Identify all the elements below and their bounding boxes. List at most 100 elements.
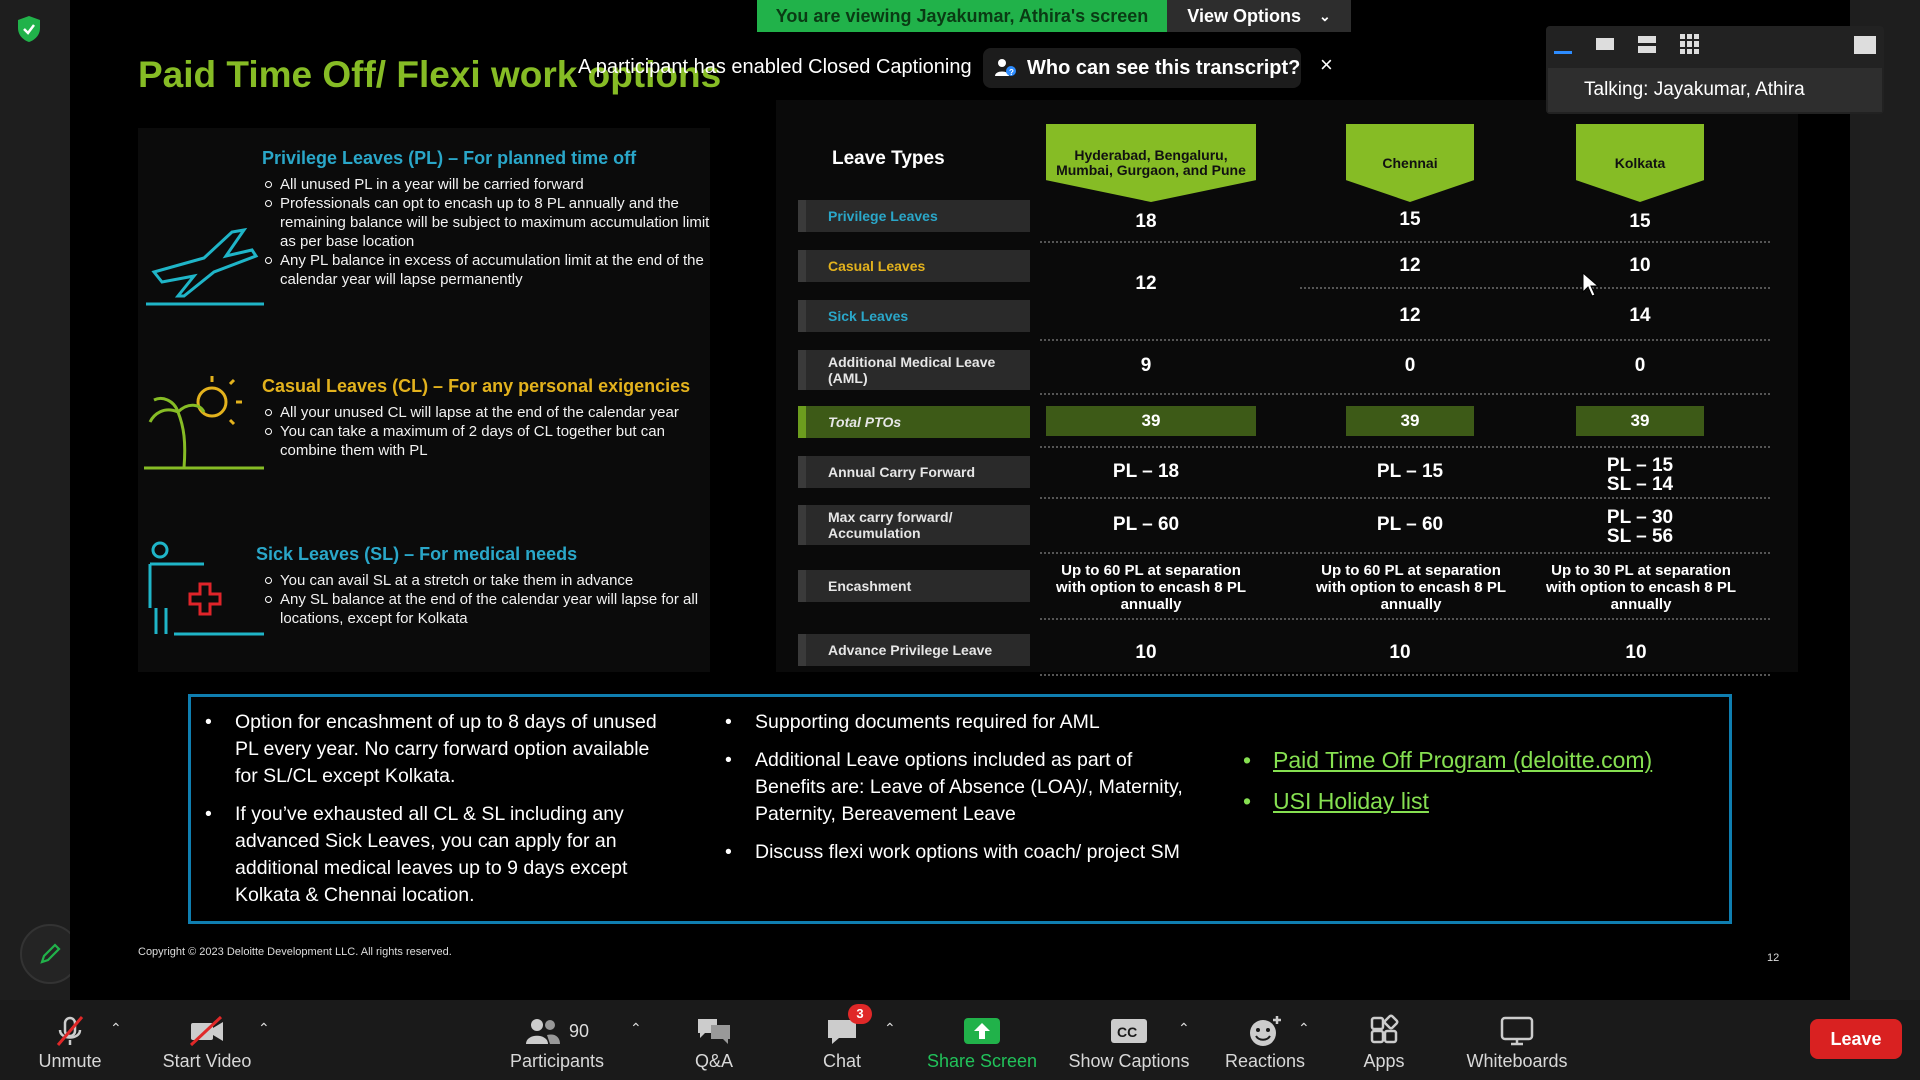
table-cell: 12 [1399, 305, 1421, 326]
table-title: Leave Types [832, 148, 945, 169]
leave-meeting-button[interactable]: Leave [1810, 1019, 1902, 1059]
qa-button[interactable]: Q&A [674, 1000, 754, 1080]
holiday-list-link[interactable]: USI Holiday list [1239, 788, 1699, 815]
security-shield-icon[interactable] [14, 14, 44, 44]
view-options-button[interactable]: View Options ⌄ [1167, 0, 1351, 32]
close-icon[interactable]: × [1320, 52, 1333, 78]
divider [1300, 287, 1770, 289]
whiteboard-icon [1500, 1016, 1534, 1046]
reactions-smiley-icon [1250, 1016, 1281, 1046]
apps-button[interactable]: Apps [1344, 1000, 1424, 1080]
row-label: Max carry forward/ Accumulation [798, 505, 1030, 545]
svg-text:CC: CC [1117, 1024, 1137, 1040]
note-item: Discuss flexi work options with coach/ p… [721, 839, 1201, 866]
airplane-icon [146, 227, 264, 306]
divider [1040, 446, 1770, 448]
transcript-visibility-button[interactable]: ? Who can see this transcript? [983, 48, 1301, 88]
notes-col1: Option for encashment of up to 8 days of… [201, 709, 671, 920]
chat-label: Chat [822, 1051, 862, 1071]
divider [1040, 618, 1770, 620]
closed-captions-icon: CC [1111, 1019, 1147, 1043]
start-video-label: Start Video [162, 1051, 252, 1071]
divider [1040, 339, 1770, 341]
share-screen-label: Share Screen [926, 1051, 1038, 1071]
unmute-button[interactable]: Unmute [30, 1000, 110, 1080]
notes-col2: Supporting documents required for AML Ad… [721, 709, 1201, 877]
table-cell: 0 [1404, 355, 1416, 376]
cl-heading: Casual Leaves (CL) – For any personal ex… [262, 376, 691, 396]
left-sidebar [0, 0, 80, 1000]
participants-icon [525, 1019, 560, 1044]
table-cell: PL – 18 [1112, 461, 1180, 482]
captions-options-chevron-icon[interactable]: ⌃ [1178, 1020, 1190, 1037]
start-video-button[interactable]: Start Video [152, 1000, 262, 1080]
table-cell: PL – 60 [1376, 514, 1444, 535]
table-cell: Up to 60 PL at separation with option to… [1055, 562, 1246, 613]
side-by-side-icon[interactable] [1854, 36, 1876, 54]
chat-options-chevron-icon[interactable]: ⌃ [884, 1020, 896, 1037]
row-label: Sick Leaves [798, 300, 1030, 332]
pto-program-link[interactable]: Paid Time Off Program (deloitte.com) [1239, 747, 1699, 774]
pl-bullet: All unused PL in a year will be carried … [265, 175, 722, 194]
pl-bullet: Professionals can opt to encash up to 8 … [265, 194, 722, 251]
chevron-down-icon: ⌄ [1318, 7, 1331, 24]
minimize-icon[interactable] [1554, 34, 1574, 54]
participants-options-chevron-icon[interactable]: ⌃ [630, 1020, 642, 1037]
active-speaker: Talking: Jayakumar, Athira [1548, 68, 1882, 112]
viewing-screen-label: You are viewing Jayakumar, Athira's scre… [757, 0, 1167, 32]
gallery-view-icon[interactable] [1680, 34, 1700, 54]
notes-box: Option for encashment of up to 8 days of… [188, 694, 1732, 924]
note-item: Additional Leave options included as par… [721, 747, 1201, 828]
row-label: Additional Medical Leave (AML) [798, 350, 1030, 390]
table-cell: 10 [1135, 642, 1157, 663]
page-number: 12 [1767, 952, 1780, 964]
microphone-muted-icon [56, 1016, 84, 1046]
note-item: If you’ve exhausted all CL & SL includin… [201, 801, 671, 909]
notes-links: Paid Time Off Program (deloitte.com) USI… [1239, 747, 1699, 829]
right-sidebar [1850, 0, 1920, 1000]
speaker-view-icon[interactable] [1638, 34, 1658, 54]
audio-options-chevron-icon[interactable]: ⌃ [110, 1020, 122, 1037]
video-options-chevron-icon[interactable]: ⌃ [258, 1020, 270, 1037]
total-pto-cell: 39 [1046, 406, 1256, 436]
divider [1040, 552, 1770, 554]
thumbnail-view-icon[interactable] [1596, 34, 1616, 54]
qa-label: Q&A [694, 1051, 733, 1071]
participants-label: Participants [509, 1051, 605, 1071]
table-cell: 12 [1135, 273, 1157, 294]
cl-bullet: You can take a maximum of 2 days of CL t… [265, 422, 722, 460]
row-label: Annual Carry Forward [798, 456, 1030, 488]
sl-bullet: Any SL balance at the end of the calenda… [265, 590, 726, 628]
reactions-options-chevron-icon[interactable]: ⌃ [1298, 1020, 1310, 1037]
row-label: Advance Privilege Leave [798, 634, 1030, 666]
row-label: Total PTOs [798, 406, 1030, 438]
row-label: Privilege Leaves [798, 200, 1030, 232]
reactions-label: Reactions [1224, 1051, 1306, 1071]
apps-label: Apps [1363, 1051, 1405, 1071]
copyright: Copyright © 2023 Deloitte Development LL… [138, 946, 452, 958]
pl-heading: Privilege Leaves (PL) – For planned time… [262, 148, 637, 168]
participants-button[interactable]: 90 Participants [502, 1000, 612, 1080]
whiteboards-label: Whiteboards [1466, 1051, 1568, 1071]
divider [1040, 674, 1770, 676]
total-pto-cell: 39 [1576, 406, 1704, 436]
note-item: Option for encashment of up to 8 days of… [201, 709, 671, 790]
table-cell: 15 [1629, 211, 1651, 232]
divider [1040, 241, 1770, 243]
transcript-visibility-label: Who can see this transcript? [1027, 56, 1301, 79]
reactions-button[interactable]: Reactions [1220, 1000, 1310, 1080]
table-cell: 12 [1399, 255, 1421, 276]
show-captions-button[interactable]: CC Show Captions [1064, 1000, 1194, 1080]
cl-section: Casual Leaves (CL) – For any personal ex… [262, 376, 722, 460]
share-screen-button[interactable]: Share Screen [922, 1000, 1042, 1080]
qa-bubbles-icon [698, 1019, 730, 1044]
table-cell: PL – 30 SL – 56 [1606, 507, 1674, 547]
table-cell: 10 [1625, 642, 1647, 663]
row-label: Encashment [798, 570, 1030, 602]
table-cell: 10 [1389, 642, 1411, 663]
unmute-label: Unmute [38, 1051, 102, 1071]
divider [1040, 497, 1770, 499]
sl-bullet: You can avail SL at a stretch or take th… [265, 571, 726, 590]
table-cell: Up to 30 PL at separation with option to… [1545, 562, 1736, 613]
whiteboards-button[interactable]: Whiteboards [1454, 1000, 1580, 1080]
